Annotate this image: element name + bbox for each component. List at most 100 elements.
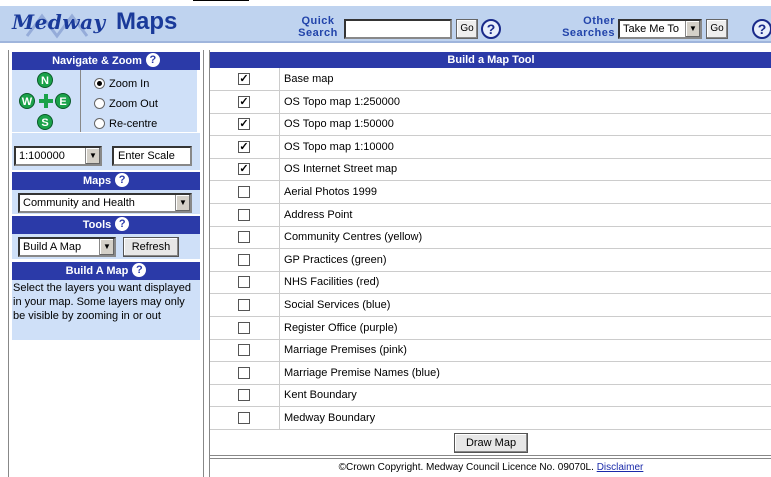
maps-select[interactable]: Community and Health ▼ xyxy=(18,193,192,213)
layer-checkbox-cell xyxy=(210,339,280,362)
quick-search-input[interactable] xyxy=(344,19,452,39)
layer-checkbox[interactable]: ✓ xyxy=(238,118,250,131)
compass-control: N W E S xyxy=(17,72,75,130)
zoom-out-option[interactable]: Zoom Out xyxy=(94,97,158,111)
layer-checkbox[interactable]: ✓ xyxy=(238,95,250,108)
chevron-down-icon: ▼ xyxy=(85,148,100,164)
radio-selected-icon[interactable] xyxy=(94,78,105,89)
build-a-map-help-icon[interactable]: ? xyxy=(132,263,147,277)
layer-row: Medway Boundary xyxy=(210,407,771,430)
layer-label: OS Topo map 1:50000 xyxy=(284,118,394,131)
layer-checkbox-cell xyxy=(210,271,280,294)
layer-row: ✓ OS Topo map 1:50000 xyxy=(210,113,771,137)
quick-search-go-button[interactable]: Go xyxy=(456,19,478,39)
tools-select[interactable]: Build A Map ▼ xyxy=(18,237,116,257)
layer-checkbox-cell: ✓ xyxy=(210,158,280,181)
chevron-down-icon: ▼ xyxy=(175,195,190,211)
disclaimer-link[interactable]: Disclaimer xyxy=(597,462,644,473)
layer-label: OS Topo map 1:10000 xyxy=(284,140,394,153)
layer-checkbox-cell xyxy=(210,316,280,339)
build-a-map-help-text: Select the layers you want displayed in … xyxy=(13,282,191,322)
layer-checkbox[interactable] xyxy=(238,276,250,289)
draw-map-row: Draw Map xyxy=(210,430,771,456)
layer-checkbox-cell xyxy=(210,248,280,271)
layer-checkbox[interactable] xyxy=(238,231,250,244)
layer-row: NHS Facilities (red) xyxy=(210,271,771,295)
layer-row: Register Office (purple) xyxy=(210,316,771,340)
layer-row: Marriage Premise Names (blue) xyxy=(210,361,771,385)
other-searches-select[interactable]: Take Me To ▼ xyxy=(618,19,702,39)
other-searches-help-icon[interactable]: ? xyxy=(752,19,771,39)
layer-checkbox-cell xyxy=(210,203,280,226)
scale-input[interactable] xyxy=(112,146,192,166)
layer-label: Marriage Premise Names (blue) xyxy=(284,366,440,379)
scale-select[interactable]: 1:100000 ▼ xyxy=(14,146,102,166)
layer-checkbox[interactable] xyxy=(238,389,250,402)
top-rule xyxy=(193,0,249,1)
other-searches-label: Other Searches xyxy=(562,15,615,39)
layer-label: Marriage Premises (pink) xyxy=(284,344,407,357)
footer: ©Crown Copyright. Medway Council Licence… xyxy=(210,458,771,477)
compass-cross-icon xyxy=(39,94,53,108)
header-bar: Medway Maps Quick Search Go ? Other Sear… xyxy=(0,6,771,43)
layer-checkbox[interactable] xyxy=(238,253,250,266)
maps-help-icon[interactable]: ? xyxy=(115,173,130,187)
layer-row: GP Practices (green) xyxy=(210,248,771,272)
build-map-tool-panel: Build a Map Tool ✓ Base map ✓ OS Topo map 1… xyxy=(209,50,771,477)
chevron-down-icon: ▼ xyxy=(99,239,114,255)
navigate-zoom-title: Navigate & Zoom? xyxy=(12,52,200,70)
layer-checkbox[interactable]: ✓ xyxy=(238,140,250,153)
pan-south-button[interactable]: S xyxy=(37,114,53,130)
layer-label: Aerial Photos 1999 xyxy=(284,186,377,198)
layer-label: Base map xyxy=(284,73,334,85)
radio-icon[interactable] xyxy=(94,118,105,129)
layer-checkbox[interactable] xyxy=(238,344,250,357)
navigate-help-icon[interactable]: ? xyxy=(145,53,160,67)
maps-title: Maps? xyxy=(12,172,200,190)
medway-maps-logo[interactable]: Medway Maps xyxy=(4,8,200,41)
logo-medway-text: Medway xyxy=(12,10,106,34)
zoom-options: Zoom In Zoom Out Re-centre xyxy=(80,70,197,132)
tools-title: Tools? xyxy=(12,216,200,234)
radio-icon[interactable] xyxy=(94,98,105,109)
layer-checkbox[interactable] xyxy=(238,366,250,379)
layer-checkbox[interactable] xyxy=(238,321,250,334)
pan-east-button[interactable]: E xyxy=(55,93,71,109)
layer-label: Register Office (purple) xyxy=(284,321,398,334)
pan-north-button[interactable]: N xyxy=(37,72,53,88)
layer-checkbox[interactable]: ✓ xyxy=(238,73,250,85)
build-map-tool-title: Build a Map Tool xyxy=(210,52,771,68)
layer-label: GP Practices (green) xyxy=(284,253,387,266)
pan-west-button[interactable]: W xyxy=(19,93,35,109)
other-searches-go-button[interactable]: Go xyxy=(706,19,728,39)
quick-search-help-icon[interactable]: ? xyxy=(481,19,501,39)
layer-label: Medway Boundary xyxy=(284,412,376,424)
layer-checkbox-cell xyxy=(210,361,280,384)
layer-row: ✓ Base map xyxy=(210,68,771,91)
layer-row: ✓ OS Internet Street map xyxy=(210,158,771,182)
layer-checkbox-cell xyxy=(210,407,280,429)
zoom-in-option[interactable]: Zoom In xyxy=(94,77,149,91)
tools-help-icon[interactable]: ? xyxy=(115,217,130,231)
draw-map-button[interactable]: Draw Map xyxy=(454,433,528,453)
layer-label: Community Centres (yellow) xyxy=(284,231,423,244)
layer-checkbox[interactable] xyxy=(238,208,250,221)
layer-row: Marriage Premises (pink) xyxy=(210,339,771,363)
layer-checkbox[interactable] xyxy=(238,299,250,311)
logo-maps-text: Maps xyxy=(116,8,178,35)
refresh-button[interactable]: Refresh xyxy=(123,237,179,257)
layer-checkbox-cell xyxy=(210,181,280,203)
re-centre-option[interactable]: Re-centre xyxy=(94,117,157,131)
layer-checkbox[interactable]: ✓ xyxy=(238,163,250,176)
chevron-down-icon: ▼ xyxy=(685,21,700,37)
layer-row: Kent Boundary xyxy=(210,384,771,408)
copyright-text: ©Crown Copyright. Medway Council Licence… xyxy=(338,462,594,473)
layer-checkbox[interactable] xyxy=(238,412,250,424)
layer-row: Social Services (blue) xyxy=(210,294,771,317)
layer-checkbox-cell xyxy=(210,384,280,407)
layer-checkbox[interactable] xyxy=(238,186,250,198)
layer-label: NHS Facilities (red) xyxy=(284,276,380,289)
layer-row: ✓ OS Topo map 1:250000 xyxy=(210,90,771,114)
layer-checkbox-cell: ✓ xyxy=(210,90,280,113)
layer-checkbox-cell: ✓ xyxy=(210,113,280,136)
